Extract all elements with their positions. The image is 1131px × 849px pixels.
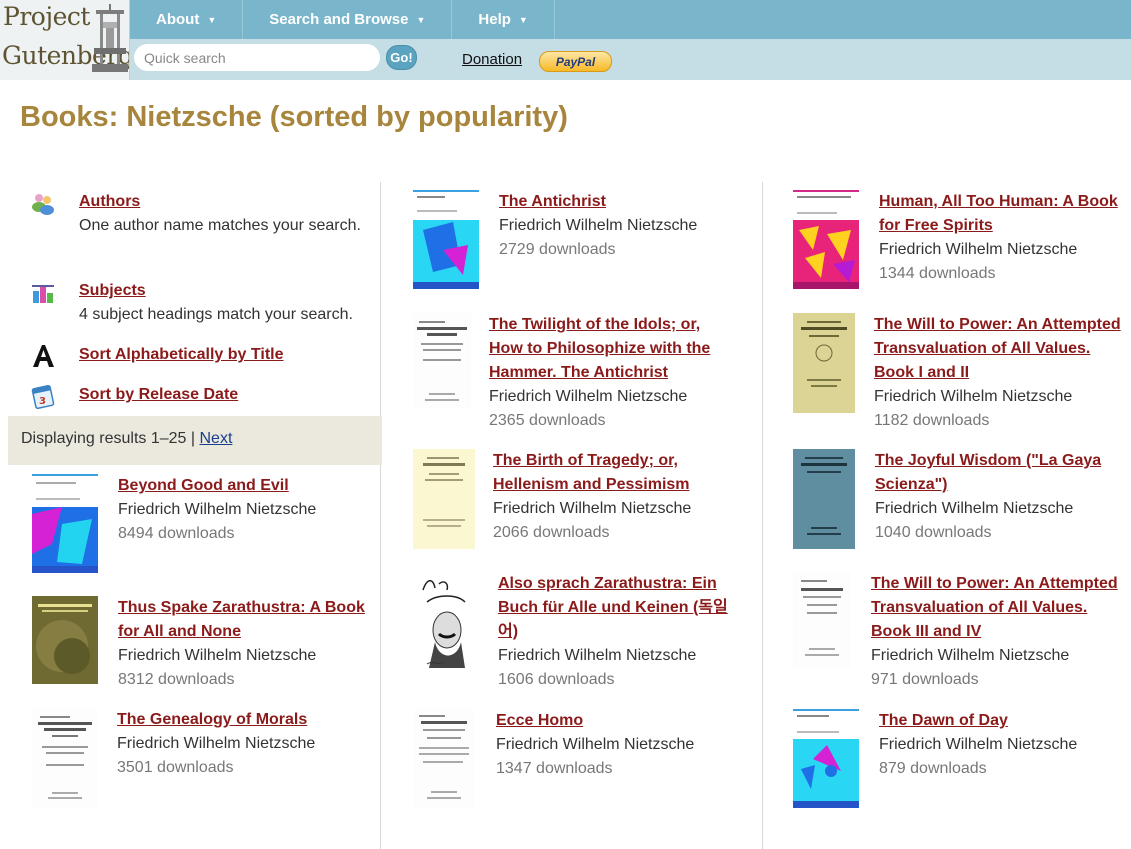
book-cover-image[interactable]: [793, 313, 855, 413]
book-title-link[interactable]: The Will to Power: An Attempted Transval…: [871, 572, 1127, 644]
book-title-link[interactable]: Thus Spake Zarathustra: A Book for All a…: [118, 596, 378, 644]
book-title-link[interactable]: Beyond Good and Evil: [118, 474, 378, 498]
book-title-link[interactable]: The Will to Power: An Attempted Transval…: [874, 313, 1124, 385]
results-bar: Displaying results 1–25 | Next: [8, 416, 382, 465]
caret-down-icon: ▼: [518, 14, 528, 25]
book-author: Friedrich Wilhelm Nietzsche: [879, 736, 1078, 753]
book-author: Friedrich Wilhelm Nietzsche: [499, 217, 698, 234]
book-cover-image[interactable]: [32, 596, 98, 684]
book-downloads: 1344 downloads: [879, 265, 996, 282]
subjects-icon: [32, 285, 54, 303]
book-cover-image[interactable]: [413, 190, 479, 289]
book-author: Friedrich Wilhelm Nietzsche: [875, 500, 1074, 517]
book-downloads: 971 downloads: [871, 671, 979, 688]
book-title-link[interactable]: The Birth of Tragedy; or, Hellenism and …: [493, 449, 733, 497]
book-title-link[interactable]: The Joyful Wisdom ("La Gaya Scienza"): [875, 449, 1125, 497]
book-cover-image[interactable]: [32, 474, 98, 573]
top-nav-bar: About ▼ Search and Browse ▼ Help ▼: [130, 0, 1131, 39]
book-title-link[interactable]: Human, All Too Human: A Book for Free Sp…: [879, 190, 1131, 238]
caret-down-icon: ▼: [207, 14, 217, 25]
caret-down-icon: ▼: [416, 14, 426, 25]
sort-alphabetically-link[interactable]: Sort Alphabetically by Title: [79, 346, 284, 363]
letter-a-icon: [33, 345, 54, 367]
subjects-link[interactable]: Subjects: [79, 282, 146, 299]
book-author: Friedrich Wilhelm Nietzsche: [118, 501, 317, 518]
column-divider: [380, 182, 381, 849]
book-downloads: 879 downloads: [879, 760, 987, 777]
book-author: Friedrich Wilhelm Nietzsche: [117, 735, 316, 752]
nav-about-label: About: [156, 11, 200, 28]
donation-link[interactable]: Donation: [462, 51, 522, 68]
book-title-link[interactable]: The Dawn of Day: [879, 709, 1131, 733]
results-count-text: Displaying results 1–25 |: [21, 430, 196, 447]
book-title-link[interactable]: The Twilight of the Idols; or, How to Ph…: [489, 313, 729, 385]
book-author: Friedrich Wilhelm Nietzsche: [489, 388, 688, 405]
search-bar-row: Quick search Go! Donation PayPal: [130, 39, 1131, 80]
book-author: Friedrich Wilhelm Nietzsche: [498, 647, 697, 664]
quick-search-input[interactable]: Quick search: [134, 44, 380, 71]
logo-line-1: Project: [3, 2, 90, 31]
book-title-link[interactable]: The Antichrist: [499, 190, 759, 214]
book-cover-image[interactable]: [413, 313, 471, 409]
book-cover-image[interactable]: [413, 449, 475, 549]
book-downloads: 1347 downloads: [496, 760, 613, 777]
nav-search-label: Search and Browse: [269, 11, 409, 28]
sort-release-date-link[interactable]: Sort by Release Date: [79, 386, 238, 403]
nav-help-label: Help: [478, 11, 511, 28]
book-author: Friedrich Wilhelm Nietzsche: [118, 647, 317, 664]
book-title-link[interactable]: Also sprach Zarathustra: Ein Buch für Al…: [498, 572, 738, 644]
printing-press-icon: [92, 4, 128, 72]
book-cover-image[interactable]: [793, 190, 859, 289]
book-cover-image[interactable]: [413, 572, 479, 672]
calendar-icon: 3: [31, 384, 55, 409]
book-downloads: 2066 downloads: [493, 524, 610, 541]
book-downloads: 1040 downloads: [875, 524, 992, 541]
book-author: Friedrich Wilhelm Nietzsche: [874, 388, 1073, 405]
book-author: Friedrich Wilhelm Nietzsche: [871, 647, 1070, 664]
column-divider: [762, 182, 763, 849]
book-cover-image[interactable]: [793, 572, 851, 668]
book-title-link[interactable]: Ecce Homo: [496, 709, 736, 733]
book-cover-image[interactable]: [32, 708, 98, 808]
book-title-link[interactable]: The Genealogy of Morals: [117, 708, 377, 732]
svg-text:3: 3: [39, 396, 46, 407]
nav-about[interactable]: About ▼: [130, 0, 244, 39]
book-cover-image[interactable]: [793, 709, 859, 808]
book-downloads: 3501 downloads: [117, 759, 234, 776]
book-author: Friedrich Wilhelm Nietzsche: [879, 241, 1078, 258]
book-author: Friedrich Wilhelm Nietzsche: [496, 736, 695, 753]
page-title: Books: Nietzsche (sorted by popularity): [20, 101, 568, 133]
nav-search-and-browse[interactable]: Search and Browse ▼: [243, 0, 453, 39]
book-cover-image[interactable]: [413, 709, 475, 809]
subjects-description: 4 subject headings match your search.: [79, 306, 353, 323]
book-downloads: 8494 downloads: [118, 525, 235, 542]
book-downloads: 2365 downloads: [489, 412, 606, 429]
go-button[interactable]: Go!: [386, 45, 417, 70]
site-header: Project Gutenberg About ▼ Search and Bro…: [0, 0, 1131, 80]
book-downloads: 2729 downloads: [499, 241, 616, 258]
authors-description: One author name matches your search.: [79, 217, 361, 234]
book-cover-image[interactable]: [793, 449, 855, 549]
book-author: Friedrich Wilhelm Nietzsche: [493, 500, 692, 517]
next-page-link[interactable]: Next: [199, 430, 232, 447]
book-downloads: 1606 downloads: [498, 671, 615, 688]
nav-help[interactable]: Help ▼: [452, 0, 555, 39]
book-downloads: 1182 downloads: [874, 412, 990, 429]
search-placeholder: Quick search: [144, 49, 226, 66]
project-gutenberg-logo[interactable]: Project Gutenberg: [0, 0, 130, 80]
paypal-button[interactable]: PayPal: [539, 51, 612, 72]
book-downloads: 8312 downloads: [118, 671, 235, 688]
authors-link[interactable]: Authors: [79, 193, 140, 210]
authors-icon: [32, 194, 54, 215]
